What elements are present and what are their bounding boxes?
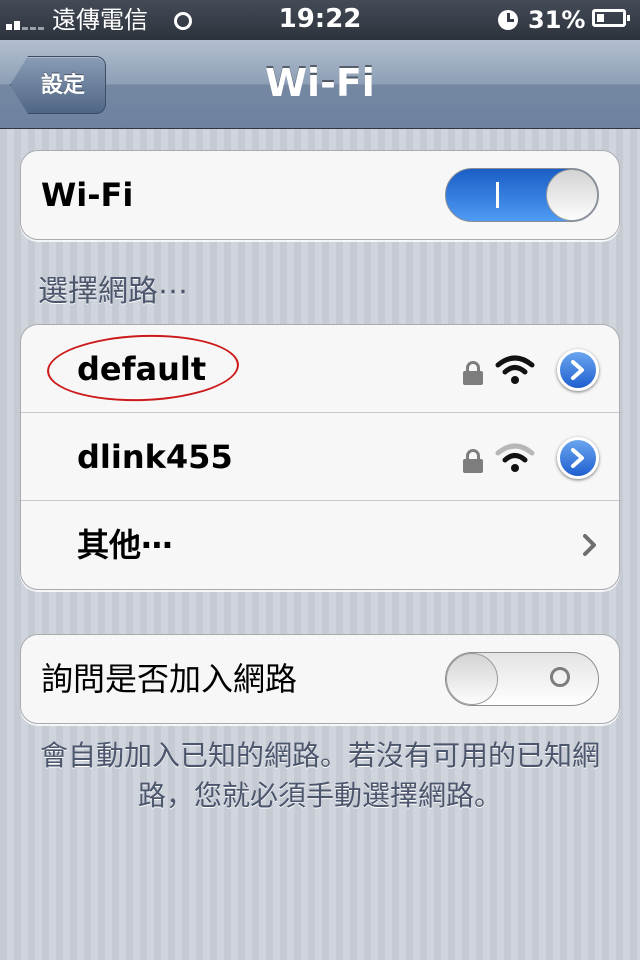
battery-level-fill [597,14,604,22]
network-name: default [77,350,207,388]
network-detail-button[interactable] [557,437,599,479]
wifi-icon [495,355,535,384]
network-list: default dlink455 其他⋯ [20,324,620,590]
chevron-right-icon [571,360,584,380]
chevron-right-icon [571,448,584,468]
toggle-on-mark-icon [496,182,499,208]
ask-to-join-group: 詢問是否加入網路 [20,634,620,724]
network-name: dlink455 [77,438,233,476]
page-title: Wi-Fi [265,61,375,105]
ask-to-join-switch[interactable] [445,652,599,706]
battery-icon [592,9,630,27]
chevron-right-icon [583,534,596,556]
toggle-knob [546,169,598,221]
wifi-toggle-row: Wi-Fi [21,151,619,239]
lock-icon [461,361,485,385]
status-bar: 遠傳電信 19:22 31% [0,0,640,40]
wifi-toggle-group: Wi-Fi [20,150,620,240]
wifi-switch[interactable] [445,168,599,222]
ask-to-join-description: 會自動加入已知的網路。若沒有可用的已知網路，您就必須手動選擇網路。 [40,739,601,812]
network-row-dlink455[interactable]: dlink455 [21,413,619,501]
toggle-off-mark-icon [550,667,570,687]
network-detail-button[interactable] [557,349,599,391]
other-network-label: 其他⋯ [77,526,174,564]
lock-icon [461,449,485,473]
navigation-bar: 設定 Wi-Fi [0,40,640,129]
other-network-row[interactable]: 其他⋯ [21,501,619,589]
network-row-default[interactable]: default [21,325,619,413]
choose-network-header: 選擇網路⋯ [38,274,188,309]
alarm-icon [498,10,518,30]
wifi-icon [495,443,535,472]
ask-to-join-row: 詢問是否加入網路 [21,635,619,723]
wifi-toggle-label: Wi-Fi [41,176,134,214]
battery-percentage: 31% [528,6,586,34]
ask-to-join-label: 詢問是否加入網路 [41,660,298,698]
toggle-knob [446,653,498,705]
